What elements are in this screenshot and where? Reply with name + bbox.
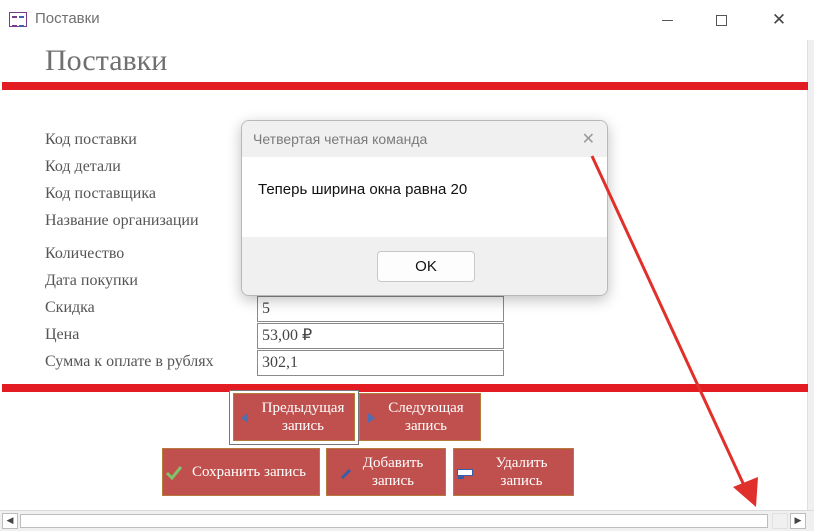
label-quantity: Количество — [45, 245, 125, 262]
add-record-button[interactable]: Добавить запись — [326, 448, 446, 496]
minimize-icon — [661, 19, 673, 21]
label-total: Сумма к оплате в рублях — [45, 353, 214, 370]
message-dialog: Четвертая четная команда ✕ Теперь ширина… — [241, 120, 608, 296]
next-record-label: Следующая запись — [388, 400, 464, 434]
arrow-right-icon — [368, 413, 375, 423]
horizontal-scrollbar[interactable]: ◀ ▶ — [0, 510, 814, 531]
dialog-close-icon[interactable]: ✕ — [582, 129, 595, 148]
maximize-icon — [715, 14, 727, 26]
label-price: Цена — [45, 326, 80, 343]
footer-divider — [2, 384, 808, 392]
save-record-label: Сохранить запись — [192, 464, 306, 480]
scroll-left-button[interactable]: ◀ — [2, 513, 18, 529]
total-field[interactable]: 302,1 — [257, 350, 504, 376]
dialog-message: Теперь ширина окна равна 20 — [258, 181, 468, 198]
access-form-icon — [9, 12, 27, 27]
discount-field[interactable]: 5 — [257, 296, 504, 322]
delete-record-icon — [457, 469, 473, 479]
scroll-left-icon: ◀ — [6, 516, 14, 526]
form-title: Поставки — [45, 44, 168, 77]
arrow-left-icon — [241, 413, 248, 423]
next-record-button[interactable]: Следующая запись — [359, 393, 481, 441]
annotation-arrow-shaft — [590, 155, 750, 495]
window-title: Поставки — [35, 10, 100, 27]
checkmark-icon — [166, 466, 182, 480]
delete-record-label: Удалить запись — [495, 455, 548, 489]
scroll-thumb[interactable] — [20, 514, 768, 528]
label-part-id: Код детали — [45, 158, 121, 175]
scroll-track-end[interactable] — [772, 513, 788, 529]
dialog-header: Четвертая четная команда ✕ — [242, 121, 607, 157]
close-icon: ✕ — [771, 10, 787, 30]
price-field[interactable]: 53,00 ₽ — [257, 323, 504, 349]
vertical-scrollbar[interactable] — [807, 40, 814, 510]
close-button[interactable]: ✕ — [752, 0, 806, 40]
header-divider — [2, 82, 808, 90]
dialog-title: Четвертая четная команда — [253, 131, 428, 147]
save-record-button[interactable]: Сохранить запись — [162, 448, 320, 496]
annotation-arrow-head — [733, 477, 758, 507]
previous-record-button[interactable]: Предыдущая запись — [233, 393, 355, 441]
label-supplier-id: Код поставщика — [45, 185, 156, 202]
ok-button[interactable]: OK — [377, 251, 475, 282]
previous-record-label: Предыдущая запись — [261, 400, 345, 434]
dialog-footer: OK — [242, 237, 607, 295]
label-discount: Скидка — [45, 299, 95, 316]
delete-record-button[interactable]: Удалить запись — [453, 448, 574, 496]
scroll-right-button[interactable]: ▶ — [790, 513, 806, 529]
label-purchase-date: Дата покупки — [45, 272, 138, 289]
label-supply-id: Код поставки — [45, 131, 137, 148]
scroll-right-icon: ▶ — [794, 516, 802, 526]
label-organization-name: Название организации — [45, 212, 199, 229]
maximize-button[interactable] — [694, 0, 748, 40]
minimize-button[interactable] — [640, 0, 694, 40]
dialog-body: Теперь ширина окна равна 20 — [242, 157, 607, 237]
title-bar: Поставки ✕ — [0, 0, 814, 40]
pencil-icon — [341, 468, 352, 479]
